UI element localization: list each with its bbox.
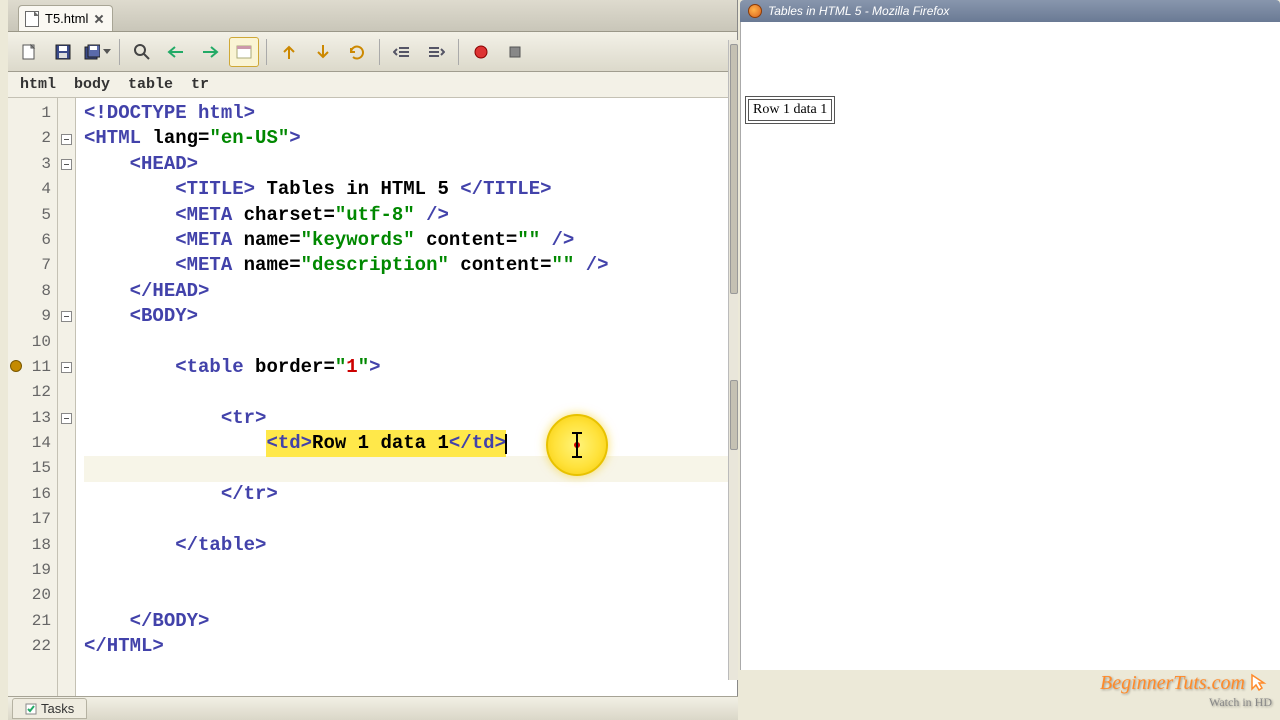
fold-toggle[interactable] (61, 311, 72, 322)
sync-button[interactable] (342, 37, 372, 67)
code-line[interactable]: <BODY> (84, 304, 729, 329)
code-line[interactable] (84, 558, 729, 583)
breadcrumb-item[interactable]: table (128, 76, 173, 93)
watermark: BeginnerTuts.com Watch in HD (1100, 672, 1272, 710)
watermark-tld: .com (1207, 672, 1245, 694)
rendered-table: Row 1 data 1 (745, 96, 835, 124)
code-line[interactable]: <table border="1"> (84, 355, 729, 380)
code-line[interactable]: </tr> (84, 482, 729, 507)
nav-back-button[interactable] (161, 37, 191, 67)
code-line[interactable]: <META name="description" content="" /> (84, 253, 729, 278)
upload-button[interactable] (274, 37, 304, 67)
record-button[interactable] (466, 37, 496, 67)
cursor-pointer-icon (1250, 673, 1272, 691)
save-button[interactable] (48, 37, 78, 67)
download-button[interactable] (308, 37, 338, 67)
indent-button[interactable] (421, 37, 451, 67)
editor: 12345678910111213141516171819202122 <!DO… (8, 98, 737, 712)
close-icon[interactable] (94, 14, 104, 24)
breadcrumb-item[interactable]: html (20, 76, 56, 93)
code-line[interactable]: <TITLE> Tables in HTML 5 </TITLE> (84, 177, 729, 202)
code-line[interactable] (84, 330, 729, 355)
code-line[interactable]: </HTML> (84, 634, 729, 659)
document-tab-strip: T5.html (8, 0, 737, 32)
code-line[interactable]: <META charset="utf-8" /> (84, 203, 729, 228)
breadcrumb-item[interactable]: body (74, 76, 110, 93)
breadcrumb-item[interactable]: tr (191, 76, 209, 93)
code-line[interactable] (84, 456, 729, 481)
code-line[interactable]: </BODY> (84, 609, 729, 634)
code-line[interactable]: <!DOCTYPE html> (84, 101, 729, 126)
toolbar-separator (119, 39, 120, 65)
fold-toggle[interactable] (61, 134, 72, 145)
toolbar-separator (458, 39, 459, 65)
code-line[interactable]: </table> (84, 533, 729, 558)
editor-scrollbar-track[interactable] (728, 40, 738, 680)
fold-column[interactable] (58, 98, 76, 712)
code-line[interactable]: <HTML lang="en-US"> (84, 126, 729, 151)
code-line[interactable]: <td>Row 1 data 1</td> (84, 431, 729, 456)
tasks-tab[interactable]: Tasks (12, 698, 87, 719)
cursor-highlight-icon (546, 414, 608, 476)
code-line[interactable] (84, 507, 729, 532)
outdent-button[interactable] (387, 37, 417, 67)
scrollbar-thumb[interactable] (730, 44, 738, 294)
breadcrumb: html body table tr (8, 72, 737, 98)
fold-toggle[interactable] (61, 362, 72, 373)
toolbar (8, 32, 737, 72)
file-icon (25, 11, 39, 27)
editor-window: T5.html html body table tr 1234567891011121… (8, 0, 738, 712)
line-number-gutter[interactable]: 12345678910111213141516171819202122 (8, 98, 58, 712)
tasks-label: Tasks (41, 701, 74, 716)
save-all-button[interactable] (82, 37, 112, 67)
status-bar: Tasks (8, 696, 738, 720)
code-line[interactable]: <HEAD> (84, 152, 729, 177)
toolbar-separator (379, 39, 380, 65)
code-line[interactable] (84, 380, 729, 405)
watermark-sub: Watch in HD (1100, 695, 1272, 710)
browser-viewport[interactable]: Row 1 data 1 (740, 22, 1280, 670)
browser-titlebar: Tables in HTML 5 - Mozilla Firefox (740, 0, 1280, 22)
preview-button[interactable] (229, 37, 259, 67)
code-line[interactable]: </HEAD> (84, 279, 729, 304)
toolbar-separator (266, 39, 267, 65)
browser-title-text: Tables in HTML 5 - Mozilla Firefox (768, 4, 949, 18)
code-area[interactable]: <!DOCTYPE html><HTML lang="en-US"> <HEAD… (76, 98, 737, 712)
tasks-icon (25, 703, 37, 715)
search-button[interactable] (127, 37, 157, 67)
tab-filename: T5.html (45, 11, 88, 26)
code-line[interactable]: <tr> (84, 406, 729, 431)
document-tab[interactable]: T5.html (18, 5, 113, 31)
code-line[interactable]: <META name="keywords" content="" /> (84, 228, 729, 253)
fold-toggle[interactable] (61, 413, 72, 424)
watermark-brand: BeginnerTuts (1100, 672, 1207, 694)
firefox-icon (748, 4, 762, 18)
dropdown-arrow-icon (103, 49, 111, 54)
nav-forward-button[interactable] (195, 37, 225, 67)
fold-toggle[interactable] (61, 159, 72, 170)
code-line[interactable] (84, 583, 729, 608)
new-file-button[interactable] (14, 37, 44, 67)
rendered-cell: Row 1 data 1 (748, 99, 832, 121)
stop-button[interactable] (500, 37, 530, 67)
scrollbar-thumb[interactable] (730, 380, 738, 450)
